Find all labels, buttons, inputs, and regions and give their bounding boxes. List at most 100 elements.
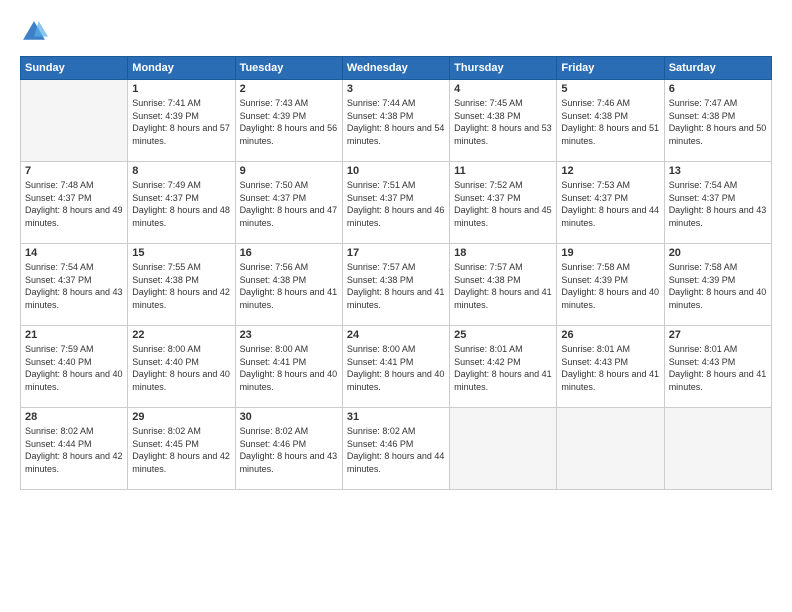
day-number: 29 [132,411,230,423]
day-number: 14 [25,247,123,259]
day-info: Sunrise: 7:53 AMSunset: 4:37 PMDaylight:… [561,179,659,229]
calendar-cell: 13 Sunrise: 7:54 AMSunset: 4:37 PMDayligh… [664,162,771,244]
day-number: 13 [669,165,767,177]
day-info: Sunrise: 7:54 AMSunset: 4:37 PMDaylight:… [25,261,123,311]
calendar-cell: 7 Sunrise: 7:48 AMSunset: 4:37 PMDaylight… [21,162,128,244]
calendar-cell [450,408,557,490]
calendar-cell [557,408,664,490]
calendar-cell: 19Sunrise: 7:58 AMSunset: 4:39 PMDayligh… [557,244,664,326]
day-info: Sunrise: 8:02 AMSunset: 4:46 PMDaylight:… [240,425,338,475]
day-number: 11 [454,165,552,177]
calendar-cell: 27Sunrise: 8:01 AMSunset: 4:43 PMDayligh… [664,326,771,408]
day-number: 19 [561,247,659,259]
week-row-1: 1 Sunrise: 7:41 AMSunset: 4:39 PMDaylight… [21,80,772,162]
weekday-header-sunday: Sunday [21,57,128,80]
calendar-cell: 9 Sunrise: 7:50 AMSunset: 4:37 PMDaylight… [235,162,342,244]
header [20,18,772,46]
calendar-cell: 2 Sunrise: 7:43 AMSunset: 4:39 PMDaylight… [235,80,342,162]
calendar-cell: 23 Sunrise: 8:00 AMSunset: 4:41 PMDayligh… [235,326,342,408]
weekday-header-saturday: Saturday [664,57,771,80]
day-number: 30 [240,411,338,423]
day-info: Sunrise: 7:49 AMSunset: 4:37 PMDaylight:… [132,179,230,229]
calendar-cell: 8 Sunrise: 7:49 AMSunset: 4:37 PMDaylight… [128,162,235,244]
calendar-cell: 25 Sunrise: 8:01 AMSunset: 4:42 PMDayligh… [450,326,557,408]
calendar-cell: 26Sunrise: 8:01 AMSunset: 4:43 PMDayligh… [557,326,664,408]
calendar-cell: 21Sunrise: 7:59 AMSunset: 4:40 PMDayligh… [21,326,128,408]
day-info: Sunrise: 7:48 AMSunset: 4:37 PMDaylight:… [25,179,123,229]
weekday-header-friday: Friday [557,57,664,80]
day-number: 10 [347,165,445,177]
day-number: 3 [347,83,445,95]
page: SundayMondayTuesdayWednesdayThursdayFrid… [0,0,792,612]
weekday-header-row: SundayMondayTuesdayWednesdayThursdayFrid… [21,57,772,80]
calendar-cell: 3 Sunrise: 7:44 AMSunset: 4:38 PMDaylight… [342,80,449,162]
calendar-cell: 11 Sunrise: 7:52 AMSunset: 4:37 PMDayligh… [450,162,557,244]
day-info: Sunrise: 7:51 AMSunset: 4:37 PMDaylight:… [347,179,445,229]
day-number: 15 [132,247,230,259]
day-info: Sunrise: 7:52 AMSunset: 4:37 PMDaylight:… [454,179,552,229]
day-info: Sunrise: 8:00 AMSunset: 4:41 PMDaylight:… [240,343,338,393]
week-row-5: 28 Sunrise: 8:02 AMSunset: 4:44 PMDayligh… [21,408,772,490]
day-info: Sunrise: 7:57 AMSunset: 4:38 PMDaylight:… [347,261,445,311]
calendar-cell: 20 Sunrise: 7:58 AMSunset: 4:39 PMDayligh… [664,244,771,326]
day-number: 20 [669,247,767,259]
day-number: 8 [132,165,230,177]
logo-icon [20,18,48,46]
day-info: Sunrise: 8:00 AMSunset: 4:40 PMDaylight:… [132,343,230,393]
day-number: 18 [454,247,552,259]
calendar-cell: 4 Sunrise: 7:45 AMSunset: 4:38 PMDaylight… [450,80,557,162]
calendar-cell: 28 Sunrise: 8:02 AMSunset: 4:44 PMDayligh… [21,408,128,490]
day-info: Sunrise: 7:58 AMSunset: 4:39 PMDaylight:… [669,261,767,311]
calendar-cell: 15Sunrise: 7:55 AMSunset: 4:38 PMDayligh… [128,244,235,326]
calendar-cell: 1 Sunrise: 7:41 AMSunset: 4:39 PMDaylight… [128,80,235,162]
day-info: Sunrise: 7:44 AMSunset: 4:38 PMDaylight:… [347,97,445,147]
day-number: 22 [132,329,230,341]
calendar-cell: 10 Sunrise: 7:51 AMSunset: 4:37 PMDayligh… [342,162,449,244]
day-info: Sunrise: 7:54 AMSunset: 4:37 PMDaylight:… [669,179,767,229]
day-info: Sunrise: 7:57 AMSunset: 4:38 PMDaylight:… [454,261,552,311]
day-info: Sunrise: 7:50 AMSunset: 4:37 PMDaylight:… [240,179,338,229]
day-number: 1 [132,83,230,95]
calendar-cell: 18 Sunrise: 7:57 AMSunset: 4:38 PMDayligh… [450,244,557,326]
day-info: Sunrise: 7:56 AMSunset: 4:38 PMDaylight:… [240,261,338,311]
day-number: 23 [240,329,338,341]
day-number: 5 [561,83,659,95]
day-number: 27 [669,329,767,341]
calendar-cell: 16 Sunrise: 7:56 AMSunset: 4:38 PMDayligh… [235,244,342,326]
day-info: Sunrise: 7:47 AMSunset: 4:38 PMDaylight:… [669,97,767,147]
week-row-2: 7 Sunrise: 7:48 AMSunset: 4:37 PMDaylight… [21,162,772,244]
day-number: 2 [240,83,338,95]
day-number: 31 [347,411,445,423]
day-info: Sunrise: 8:02 AMSunset: 4:44 PMDaylight:… [25,425,123,475]
calendar-cell: 5Sunrise: 7:46 AMSunset: 4:38 PMDaylight… [557,80,664,162]
week-row-4: 21Sunrise: 7:59 AMSunset: 4:40 PMDayligh… [21,326,772,408]
day-number: 6 [669,83,767,95]
day-number: 12 [561,165,659,177]
day-number: 28 [25,411,123,423]
calendar-cell: 31Sunrise: 8:02 AMSunset: 4:46 PMDayligh… [342,408,449,490]
calendar-cell: 6 Sunrise: 7:47 AMSunset: 4:38 PMDaylight… [664,80,771,162]
calendar-cell: 29 Sunrise: 8:02 AMSunset: 4:45 PMDayligh… [128,408,235,490]
day-info: Sunrise: 7:41 AMSunset: 4:39 PMDaylight:… [132,97,230,147]
day-info: Sunrise: 8:00 AMSunset: 4:41 PMDaylight:… [347,343,445,393]
day-info: Sunrise: 7:59 AMSunset: 4:40 PMDaylight:… [25,343,123,393]
day-info: Sunrise: 7:45 AMSunset: 4:38 PMDaylight:… [454,97,552,147]
day-info: Sunrise: 8:01 AMSunset: 4:43 PMDaylight:… [561,343,659,393]
weekday-header-thursday: Thursday [450,57,557,80]
day-info: Sunrise: 7:43 AMSunset: 4:39 PMDaylight:… [240,97,338,147]
day-number: 4 [454,83,552,95]
calendar-cell [21,80,128,162]
day-number: 7 [25,165,123,177]
weekday-header-tuesday: Tuesday [235,57,342,80]
day-info: Sunrise: 8:01 AMSunset: 4:42 PMDaylight:… [454,343,552,393]
day-number: 17 [347,247,445,259]
calendar-cell: 24 Sunrise: 8:00 AMSunset: 4:41 PMDayligh… [342,326,449,408]
day-number: 9 [240,165,338,177]
calendar-table: SundayMondayTuesdayWednesdayThursdayFrid… [20,56,772,490]
logo [20,18,52,46]
calendar-cell: 30 Sunrise: 8:02 AMSunset: 4:46 PMDayligh… [235,408,342,490]
day-number: 16 [240,247,338,259]
day-number: 24 [347,329,445,341]
day-number: 25 [454,329,552,341]
day-info: Sunrise: 8:02 AMSunset: 4:45 PMDaylight:… [132,425,230,475]
